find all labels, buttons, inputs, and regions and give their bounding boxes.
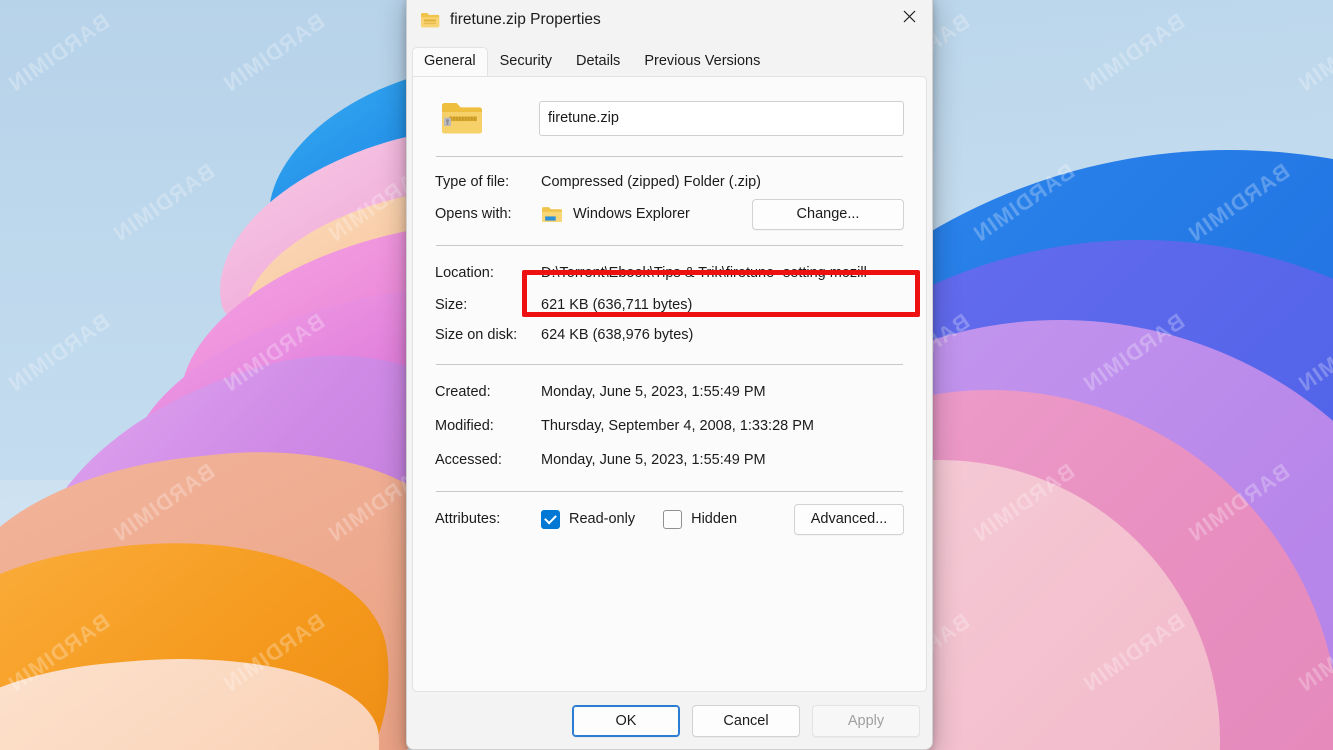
file-name-row	[435, 94, 904, 142]
tab-details[interactable]: Details	[564, 47, 632, 76]
size-on-disk-label: Size on disk:	[435, 327, 518, 343]
file-info-group-2: Location: D:\Torrent\Ebook\Tips & Trik\f…	[435, 246, 904, 350]
cancel-button[interactable]: Cancel	[692, 704, 800, 737]
size-value: 621 KB (636,711 bytes)	[541, 297, 693, 313]
windows-explorer-icon	[542, 206, 562, 222]
size-on-disk-value: 624 KB (638,976 bytes)	[541, 327, 694, 343]
properties-dialog: firetune.zip Properties General Security…	[406, 0, 933, 750]
opens-with-label: Opens with:	[435, 206, 512, 222]
tab-previous-versions[interactable]: Previous Versions	[632, 47, 772, 76]
modified-label: Modified:	[435, 418, 494, 434]
apply-button: Apply	[812, 704, 920, 737]
read-only-checkbox-box[interactable]	[541, 509, 560, 529]
dialog-footer: OK Cancel Apply	[407, 692, 932, 749]
attributes-row: Attributes: Read-only Hidden Advanced...	[435, 502, 904, 536]
change-button[interactable]: Change...	[752, 198, 904, 230]
file-dates-group: Created: Monday, June 5, 2023, 1:55:49 P…	[435, 365, 904, 477]
location-value: D:\Torrent\Ebook\Tips & Trik\firetune -s…	[541, 265, 867, 281]
close-glyph	[903, 10, 915, 22]
location-label: Location:	[435, 265, 494, 281]
size-on-disk-row: Size on disk: 624 KB (638,976 bytes)	[435, 320, 904, 350]
size-row: Size: 621 KB (636,711 bytes)	[435, 290, 904, 320]
opens-with-value: Windows Explorer	[573, 206, 690, 222]
modified-row: Modified: Thursday, September 4, 2008, 1…	[435, 409, 904, 443]
created-value: Monday, June 5, 2023, 1:55:49 PM	[541, 384, 766, 400]
file-info-group-1: Type of file: Compressed (zipped) Folder…	[435, 157, 904, 231]
file-name-input[interactable]	[539, 100, 904, 136]
type-of-file-label: Type of file:	[435, 174, 510, 190]
dialog-title: firetune.zip Properties	[450, 11, 601, 28]
zip-folder-icon	[421, 13, 440, 28]
advanced-button[interactable]: Advanced...	[794, 503, 904, 535]
accessed-label: Accessed:	[435, 452, 502, 468]
tab-general[interactable]: General	[412, 47, 488, 76]
created-label: Created:	[435, 384, 491, 400]
modified-value: Thursday, September 4, 2008, 1:33:28 PM	[541, 418, 814, 434]
created-row: Created: Monday, June 5, 2023, 1:55:49 P…	[435, 375, 904, 409]
opens-with-row: Opens with: Windows Explorer Change...	[435, 197, 904, 231]
dialog-titlebar: firetune.zip Properties	[407, 0, 932, 45]
accessed-value: Monday, June 5, 2023, 1:55:49 PM	[541, 452, 766, 468]
size-label: Size:	[435, 297, 468, 313]
tab-security[interactable]: Security	[488, 47, 564, 76]
tab-strip: General Security Details Previous Versio…	[407, 45, 932, 76]
hidden-checkbox-box[interactable]	[663, 509, 683, 529]
attributes-group: Attributes: Read-only Hidden Advanced...	[435, 492, 904, 536]
ok-button[interactable]: OK	[572, 704, 680, 737]
zip-folder-icon	[442, 103, 482, 134]
attributes-label: Attributes:	[435, 511, 501, 527]
hidden-label: Hidden	[691, 511, 738, 527]
type-of-file-value: Compressed (zipped) Folder (.zip)	[541, 174, 761, 190]
hidden-checkbox[interactable]: Hidden	[663, 509, 738, 529]
close-icon[interactable]	[886, 0, 932, 37]
read-only-label: Read-only	[569, 511, 636, 527]
type-of-file-row: Type of file: Compressed (zipped) Folder…	[435, 167, 904, 197]
opens-with-app: Windows Explorer	[541, 205, 752, 224]
accessed-row: Accessed: Monday, June 5, 2023, 1:55:49 …	[435, 443, 904, 477]
general-tab-panel: Type of file: Compressed (zipped) Folder…	[412, 76, 927, 692]
read-only-checkbox[interactable]: Read-only	[541, 509, 636, 529]
location-row: Location: D:\Torrent\Ebook\Tips & Trik\f…	[435, 256, 904, 290]
